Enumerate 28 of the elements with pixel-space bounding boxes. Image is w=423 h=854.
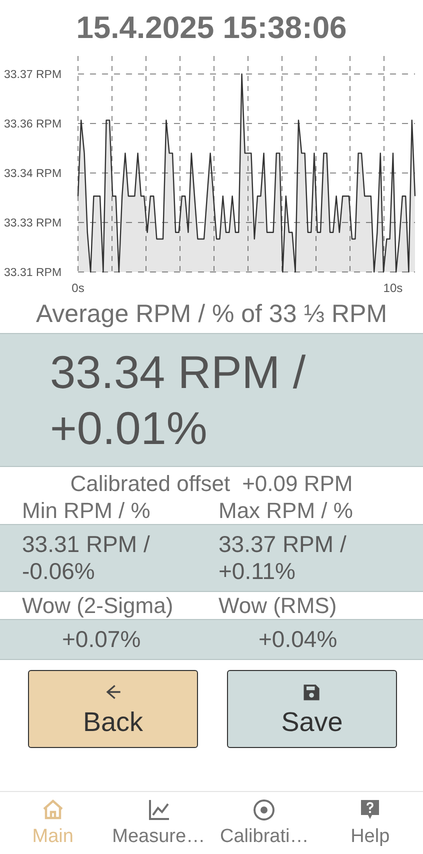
- date-time: 15.4.2025 15:38:06: [76, 10, 347, 46]
- target-icon: [252, 798, 276, 822]
- axis-label: 33.34 RPM: [4, 168, 62, 180]
- axis-label: 0s: [72, 281, 84, 295]
- stat-value: +0.04%: [258, 626, 338, 654]
- stat-label: Wow (2-Sigma): [22, 592, 174, 620]
- stat-label: Min RPM / %: [22, 497, 152, 524]
- back-button[interactable]: Back: [28, 670, 198, 748]
- stat-label: Wow (RMS): [218, 592, 338, 620]
- nav-tab[interactable]: Calibrati…: [212, 792, 318, 854]
- stat-value: 33.37 RPM / +0.11%: [218, 531, 348, 586]
- offset-value: +0.09 RPM: [242, 471, 353, 498]
- save-button[interactable]: Save: [227, 670, 397, 748]
- home-icon: [40, 798, 65, 822]
- axis-label: 33.37 RPM: [4, 69, 62, 81]
- nav-tab[interactable]: Measure…: [106, 792, 212, 854]
- offset-label: Calibrated offset: [70, 471, 230, 498]
- stat-label: Max RPM / %: [218, 497, 354, 524]
- stat-value: 33.31 RPM / -0.06%: [22, 531, 151, 586]
- axis-label: 33.36 RPM: [4, 118, 62, 130]
- axis-label: 33.33 RPM: [4, 218, 62, 230]
- axis-label: 33.31 RPM: [4, 267, 62, 279]
- nav-tab[interactable]: Help: [317, 792, 423, 854]
- average-value: 33.34 RPM / +0.01%: [50, 345, 307, 456]
- stat-value: +0.07%: [61, 626, 142, 654]
- chart-icon: [146, 798, 171, 822]
- average-heading: Average RPM / % of 33 ⅓ RPM: [36, 300, 388, 329]
- axis-label: 10s: [383, 281, 403, 295]
